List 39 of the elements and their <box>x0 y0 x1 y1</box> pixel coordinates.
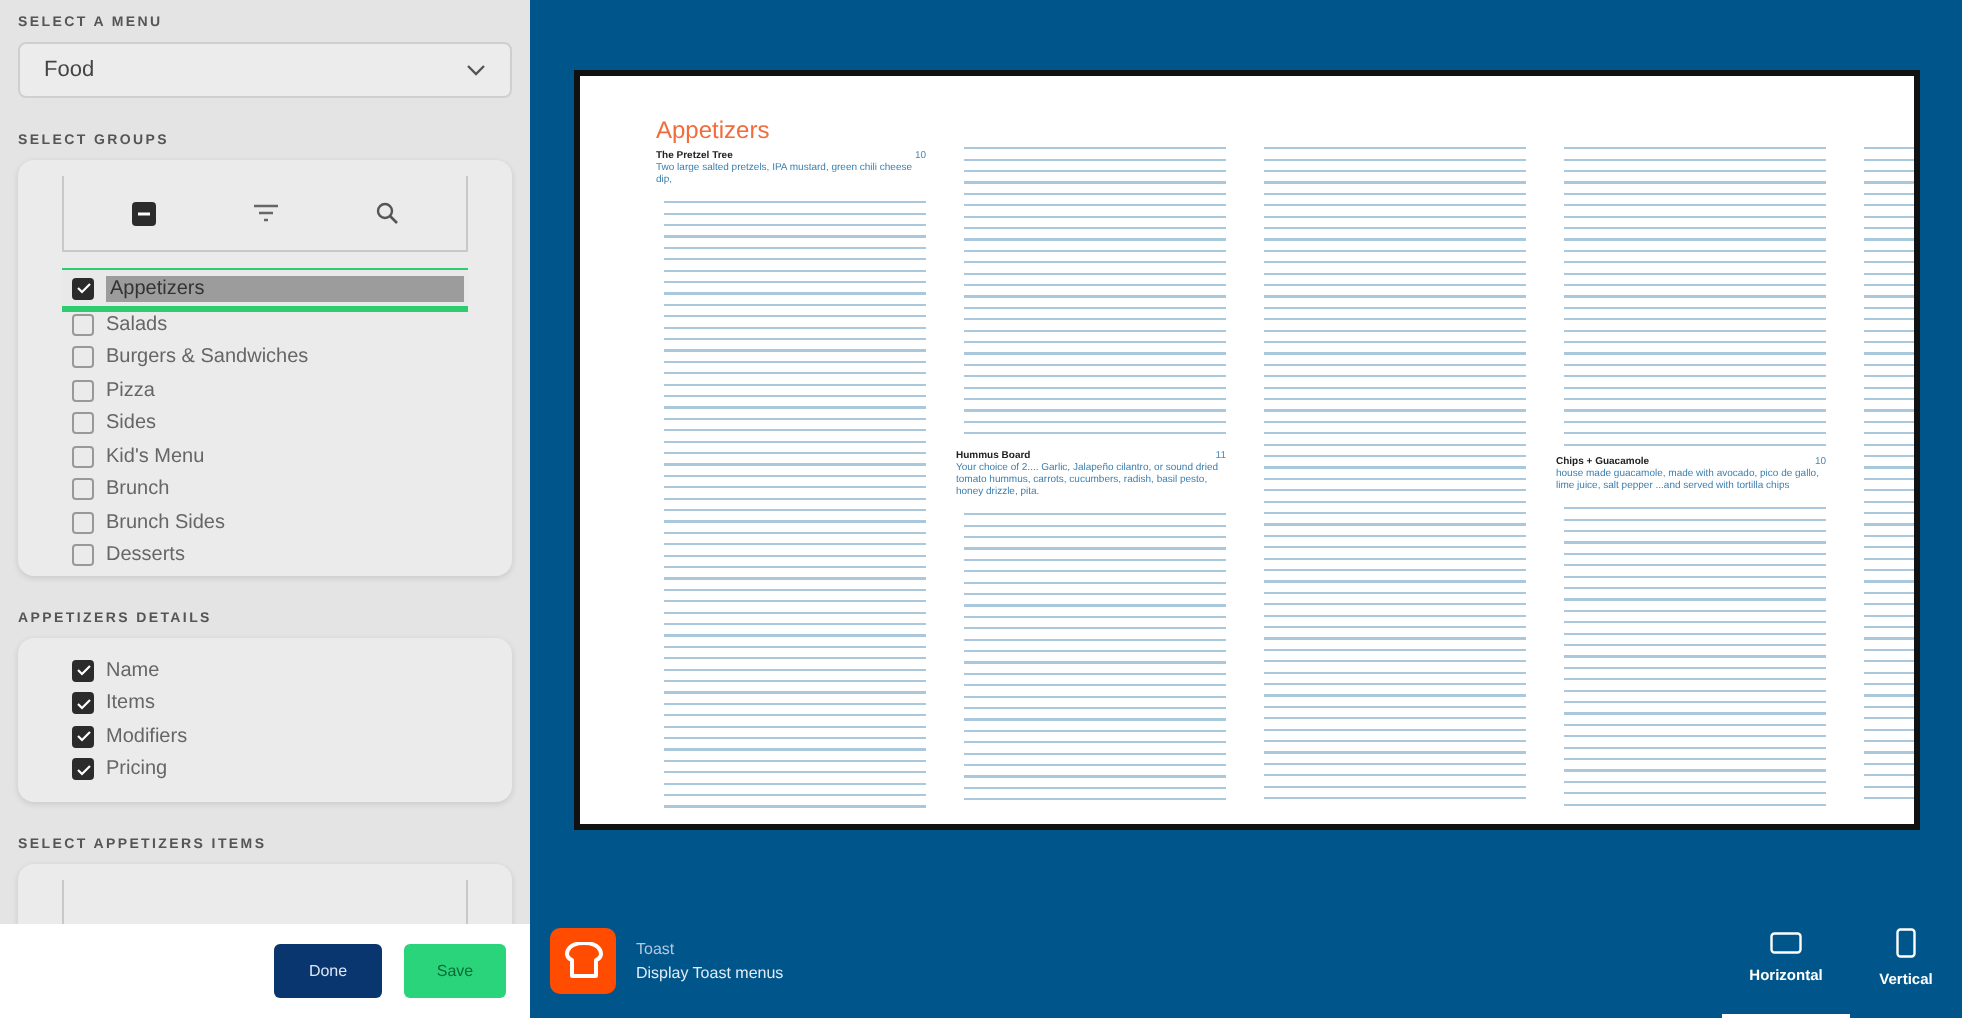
group-item[interactable]: Brunch <box>62 473 468 506</box>
group-item[interactable]: Brunch Sides <box>62 506 468 539</box>
search-icon[interactable] <box>375 202 398 224</box>
group-item[interactable]: Pizza <box>62 374 468 407</box>
detail-option[interactable]: Modifiers <box>62 720 468 753</box>
checkbox[interactable] <box>72 659 94 682</box>
checkbox[interactable] <box>72 379 94 402</box>
deselect-all-icon[interactable] <box>132 201 157 225</box>
detail-option[interactable]: Name <box>62 654 468 687</box>
checkbox[interactable] <box>72 544 94 567</box>
checkbox[interactable] <box>72 313 94 336</box>
detail-option[interactable]: Items <box>62 687 468 720</box>
group-item[interactable]: Sides <box>62 407 468 440</box>
checkbox[interactable] <box>72 346 94 369</box>
checkbox[interactable] <box>72 412 94 435</box>
save-button[interactable]: Save <box>404 944 506 998</box>
chevron-down-icon <box>466 64 486 76</box>
checkbox[interactable] <box>72 758 94 781</box>
checkbox[interactable] <box>72 511 94 534</box>
checkbox[interactable] <box>72 445 94 468</box>
toast-icon <box>563 942 603 978</box>
app-name: Toast <box>636 939 677 957</box>
done-button[interactable]: Done <box>274 944 382 998</box>
menu-dropdown[interactable]: Food <box>18 42 512 98</box>
group-item[interactable]: Burgers & Sandwiches <box>62 341 468 374</box>
menu-title: Appetizers <box>656 116 772 144</box>
filter-icon[interactable] <box>253 204 278 222</box>
checkbox[interactable] <box>72 478 94 501</box>
checkbox[interactable] <box>72 692 94 715</box>
checkbox[interactable] <box>72 725 94 748</box>
checkbox[interactable] <box>72 277 94 299</box>
app-description: Display Toast menus <box>636 963 784 981</box>
group-item[interactable]: Salads <box>62 308 468 341</box>
group-item[interactable]: Desserts <box>62 539 468 568</box>
landscape-icon <box>1770 932 1802 954</box>
group-item[interactable]: Kid's Menu <box>62 440 468 473</box>
group-item[interactable]: Appetizers <box>62 268 468 308</box>
portrait-icon <box>1896 928 1916 958</box>
detail-option[interactable]: Pricing <box>62 753 468 786</box>
